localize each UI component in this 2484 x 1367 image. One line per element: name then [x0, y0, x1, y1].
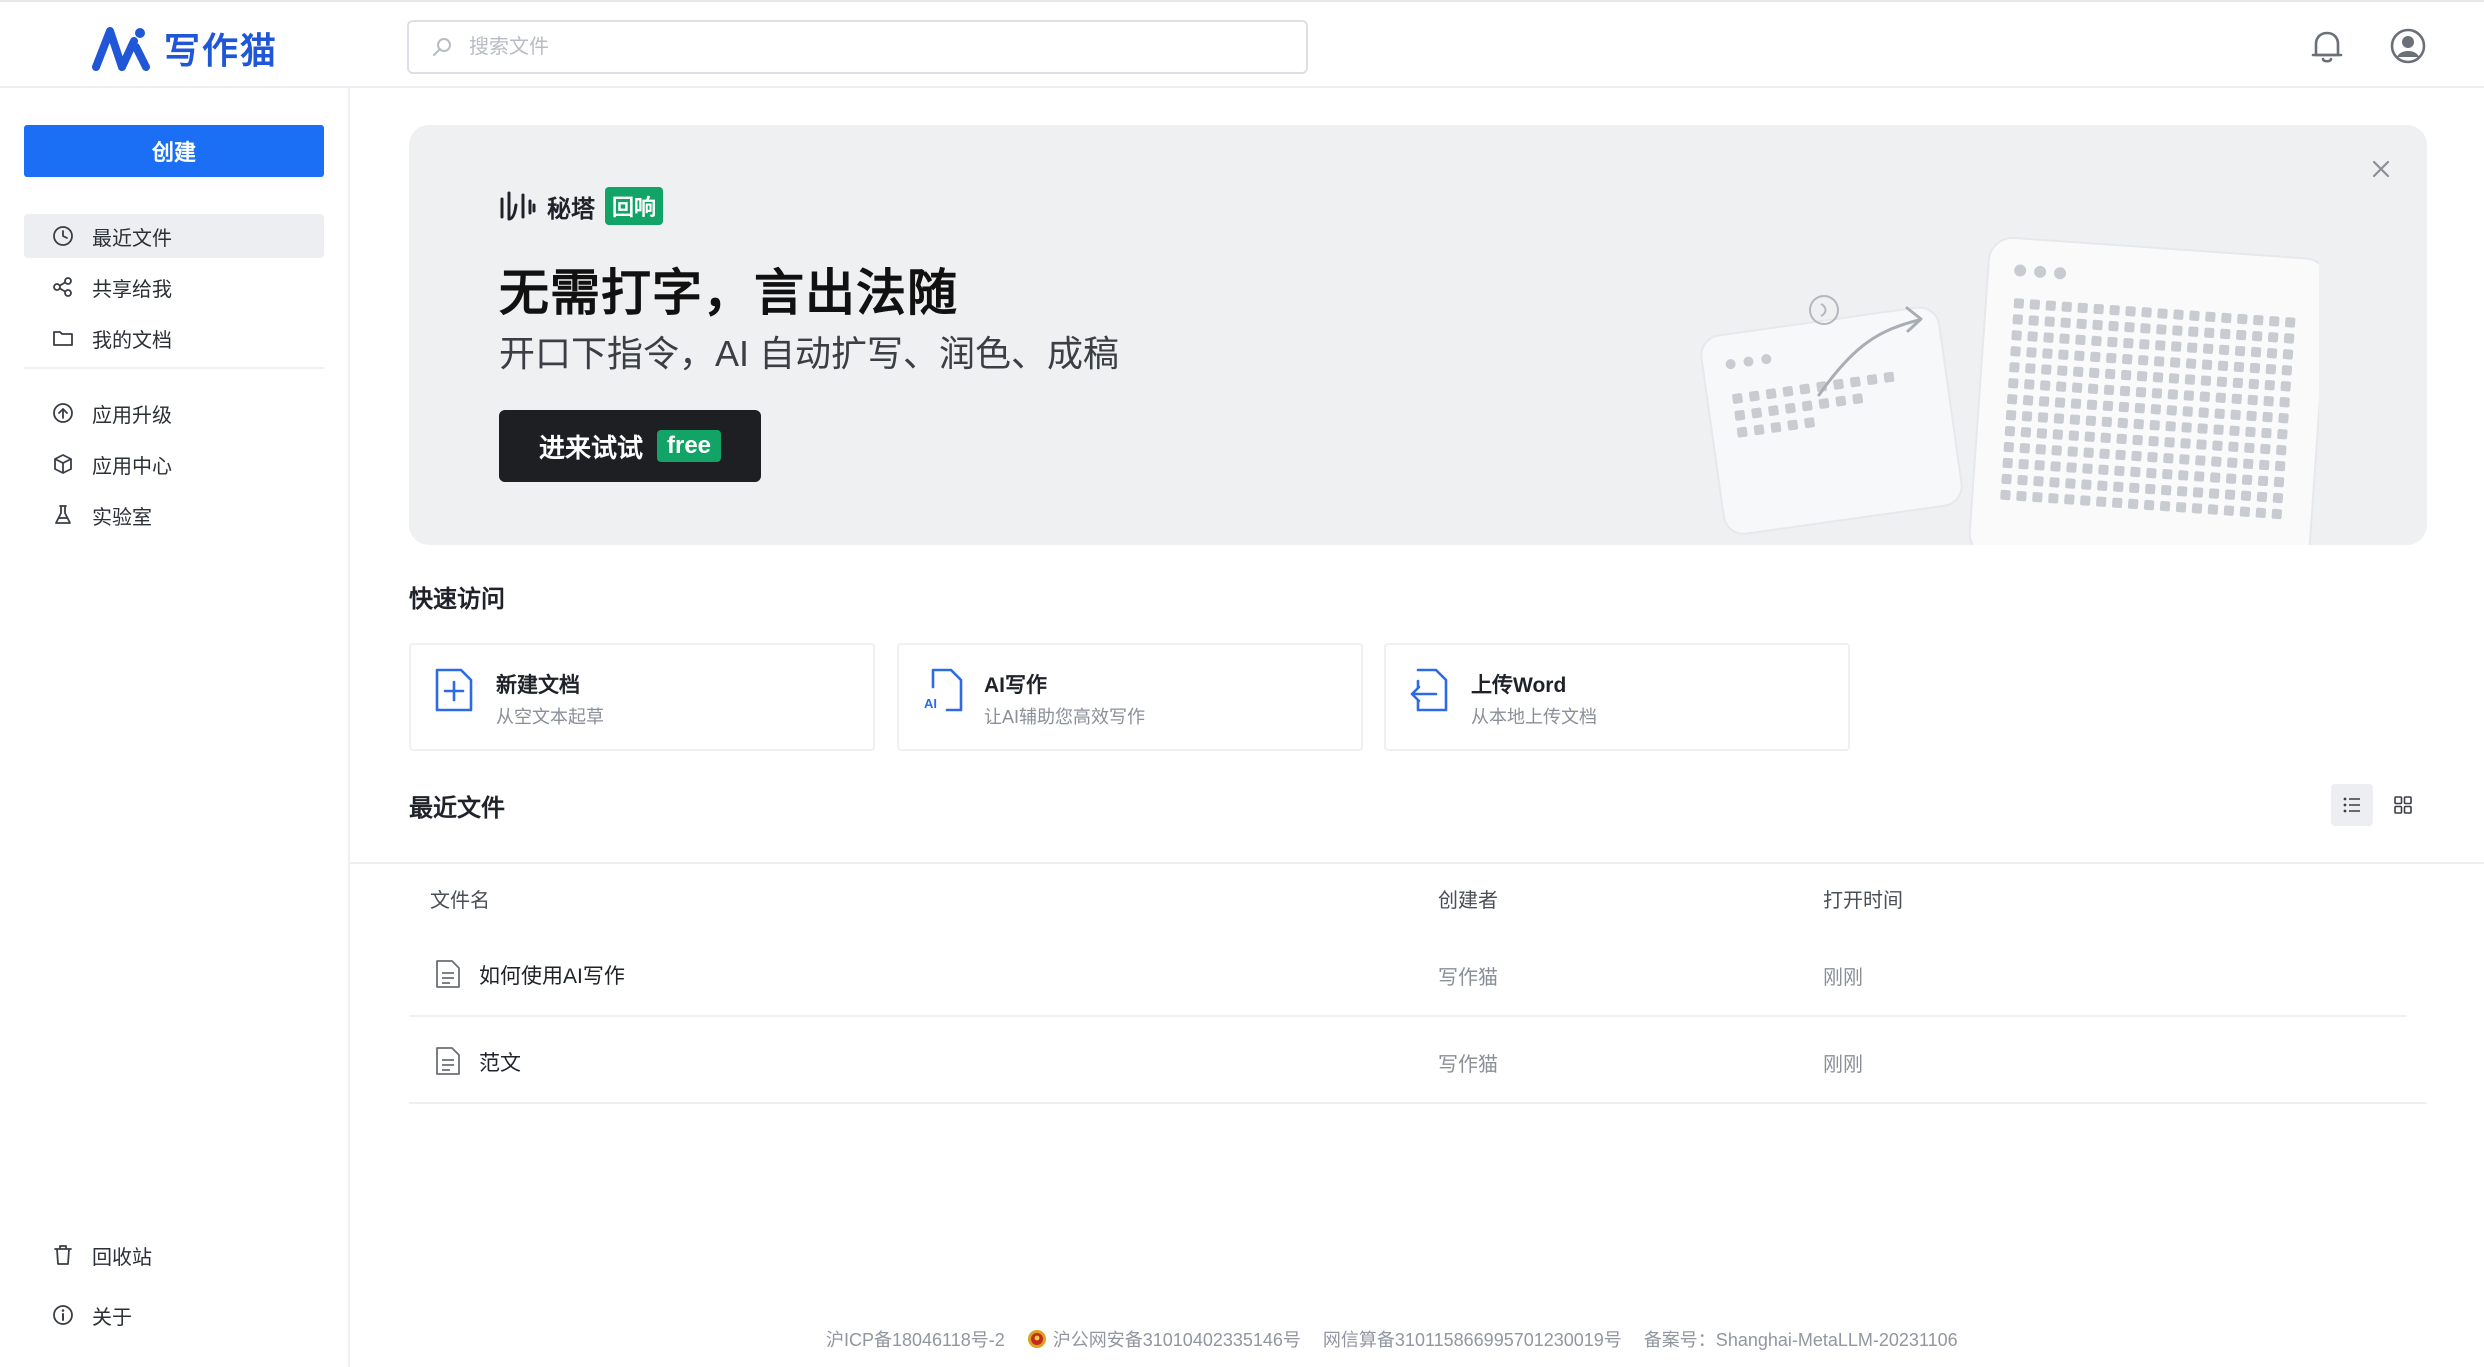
- cube-icon: [54, 454, 72, 474]
- logo-mark-icon: [92, 27, 150, 71]
- file-icon: [436, 960, 460, 988]
- banner-title: 无需打字，言出法随: [499, 265, 958, 321]
- new-doc-icon: [435, 668, 473, 712]
- quick-access-title: 快速访问: [409, 586, 505, 613]
- quick-card-desc: 让AI辅助您高效写作: [984, 707, 1146, 727]
- file-open-time: 刚刚: [1823, 1054, 1863, 1076]
- bell-icon[interactable]: [2310, 28, 2344, 64]
- quick-card-title: 新建文档: [496, 674, 580, 697]
- row-divider: [409, 1102, 2427, 1104]
- promo-banner: 秘塔 回响 无需打字，言出法随 开口下指令，AI 自动扩写、润色、成稿 进来试试…: [409, 125, 2427, 545]
- sidebar-item-my-docs[interactable]: 我的文档: [24, 316, 324, 360]
- try-button-label: 进来试试: [538, 432, 643, 463]
- quick-card-desc: 从本地上传文档: [1471, 707, 1597, 727]
- grid-icon: [2394, 796, 2412, 814]
- search-icon: [433, 38, 451, 56]
- police-record-text: 沪公网安备31010402335146号: [1052, 1330, 1301, 1350]
- police-record[interactable]: 沪公网安备31010402335146号: [1027, 1326, 1301, 1352]
- police-badge-icon: [1027, 1330, 1046, 1348]
- svg-text:AI: AI: [924, 696, 937, 711]
- sidebar-bottom-nav: 回收站 关于: [24, 1233, 324, 1344]
- top-header: 写作猫: [0, 0, 2484, 88]
- quick-card-upload-word[interactable]: 上传Word 从本地上传文档: [1384, 643, 1850, 751]
- trash-icon: [54, 1245, 72, 1265]
- search-box[interactable]: [407, 20, 1308, 74]
- site-footer: 沪ICP备18046118号-2 沪公网安备31010402335146号 网信…: [826, 1326, 1958, 1352]
- banner-brand: 秘塔 回响: [499, 187, 664, 225]
- model-record[interactable]: 备案号：Shanghai-MetaLLM-20231106: [1644, 1326, 1958, 1352]
- sidebar-item-trash[interactable]: 回收站: [24, 1233, 324, 1277]
- brand-name: 秘塔: [547, 195, 595, 223]
- sidebar-nav: 最近文件 共享给我 我的文档 应用升级 应用中心 实验室: [24, 214, 324, 544]
- quick-card-desc: 从空文本起草: [496, 707, 604, 727]
- sidebar-item-label: 我的文档: [92, 329, 172, 352]
- sidebar-item-lab[interactable]: 实验室: [24, 493, 324, 537]
- quick-card-new-doc[interactable]: 新建文档 从空文本起草: [409, 643, 875, 751]
- sidebar-item-about[interactable]: 关于: [24, 1293, 324, 1337]
- sidebar-item-label: 最近文件: [92, 227, 172, 250]
- folder-icon: [53, 331, 73, 346]
- create-button[interactable]: 创建: [24, 125, 324, 177]
- close-icon[interactable]: [2369, 157, 2393, 181]
- table-divider: [350, 862, 2484, 864]
- logo-text: 写作猫: [164, 30, 279, 72]
- file-icon: [436, 1047, 460, 1075]
- flask-icon: [55, 505, 71, 524]
- file-creator: 写作猫: [1438, 967, 1498, 989]
- file-name[interactable]: 如何使用AI写作: [479, 960, 625, 990]
- recent-files-title: 最近文件: [409, 795, 505, 822]
- brand-badge: 回响: [605, 187, 664, 225]
- banner-subtitle: 开口下指令，AI 自动扩写、润色、成稿: [499, 333, 1120, 374]
- sidebar-item-upgrade[interactable]: 应用升级: [24, 391, 324, 435]
- sidebar-item-recent[interactable]: 最近文件: [24, 214, 324, 258]
- ai-doc-icon: AI: [924, 668, 963, 712]
- sidebar-item-label: 应用升级: [92, 404, 172, 427]
- soundwave-icon: [500, 191, 536, 221]
- try-button[interactable]: 进来试试 free: [499, 410, 761, 482]
- sidebar-item-label: 实验室: [92, 506, 152, 529]
- quick-card-ai-writing[interactable]: AI AI写作 让AI辅助您高效写作: [897, 643, 1363, 751]
- list-icon: [2343, 797, 2360, 813]
- sidebar-item-label: 应用中心: [92, 455, 172, 478]
- clock-icon: [53, 226, 73, 246]
- sidebar-item-label: 共享给我: [92, 278, 172, 301]
- column-header-creator[interactable]: 创建者: [1438, 884, 1498, 913]
- sidebar-item-label: 回收站: [92, 1246, 152, 1269]
- sidebar: 创建 最近文件 共享给我 我的文档 应用升级 应用中心 实验室 回收站 关于: [0, 88, 350, 1367]
- grid-view-button[interactable]: [2382, 784, 2424, 826]
- column-header-name[interactable]: 文件名: [430, 884, 490, 913]
- list-view-button[interactable]: [2331, 784, 2373, 826]
- sidebar-item-shared[interactable]: 共享给我: [24, 265, 324, 309]
- file-creator: 写作猫: [1438, 1054, 1498, 1076]
- share-icon: [53, 277, 72, 297]
- quick-card-title: AI写作: [984, 674, 1047, 697]
- algorithm-record[interactable]: 网信算备310115866995701230019号: [1323, 1326, 1622, 1352]
- banner-illustration: [1700, 236, 2319, 545]
- sidebar-item-app-center[interactable]: 应用中心: [24, 442, 324, 486]
- file-open-time: 刚刚: [1823, 967, 1863, 989]
- free-tag: free: [656, 430, 722, 462]
- info-icon: [53, 1305, 73, 1325]
- quick-card-title: 上传Word: [1471, 674, 1567, 697]
- sidebar-divider: [24, 367, 324, 369]
- upgrade-icon: [53, 403, 73, 423]
- search-input[interactable]: [469, 35, 1269, 59]
- user-avatar-icon[interactable]: [2390, 28, 2426, 64]
- sidebar-item-label: 关于: [92, 1306, 132, 1329]
- app-logo[interactable]: 写作猫: [92, 22, 278, 74]
- upload-doc-icon: [1410, 668, 1448, 712]
- column-header-time[interactable]: 打开时间: [1823, 884, 1903, 913]
- file-name[interactable]: 范文: [479, 1047, 521, 1077]
- table-row[interactable]: 如何使用AI写作 写作猫 刚刚: [409, 930, 2427, 1016]
- table-row[interactable]: 范文 写作猫 刚刚: [409, 1017, 2427, 1103]
- icp-link[interactable]: 沪ICP备18046118号-2: [826, 1326, 1005, 1352]
